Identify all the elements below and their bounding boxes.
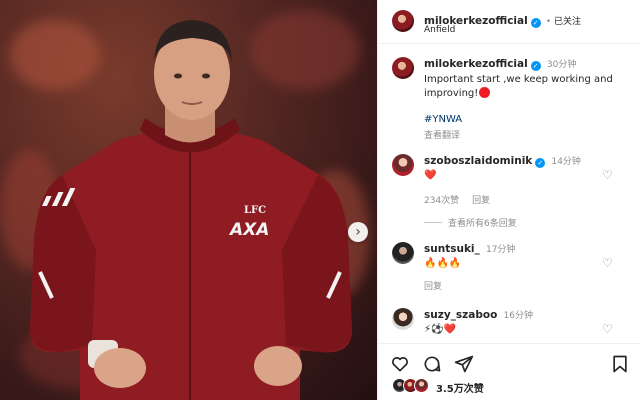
verified-badge-icon: ✓: [530, 61, 541, 71]
share-icon[interactable]: [454, 354, 474, 374]
verified-badge-icon: ✓: [535, 158, 546, 168]
comment-time: 17分钟: [485, 245, 516, 255]
caption-text: Important start ,we keep working and imp…: [424, 74, 613, 99]
comment-like-count[interactable]: 234次赞: [424, 196, 459, 206]
comment-text: 🔥🔥🔥: [424, 258, 462, 269]
comment-time: 14分钟: [551, 157, 581, 167]
like-count[interactable]: 3.5万次赞: [436, 380, 484, 395]
comment-username[interactable]: szoboszlaidominik: [424, 155, 532, 167]
chevron-right-icon: ›: [355, 224, 361, 240]
comment-text: ❤️: [424, 170, 437, 181]
caption-time: 30分钟: [546, 60, 577, 70]
follow-status[interactable]: 已关注: [554, 17, 581, 27]
comment-time: 16分钟: [503, 311, 533, 321]
comment-like-heart-icon[interactable]: ♡: [602, 256, 613, 270]
post-side-panel: milokerkezofficial ✓ • 已关注 Anfield miloke…: [377, 0, 640, 400]
liked-by-avatars[interactable]: [392, 378, 436, 394]
player-figure: [30, 20, 352, 400]
avatar: [414, 378, 429, 393]
comment-username[interactable]: suzy_szaboo: [424, 309, 497, 321]
translate-link[interactable]: 查看翻译: [424, 128, 629, 141]
carousel-next-button[interactable]: ›: [348, 222, 368, 242]
comment-username[interactable]: suntsuki_: [424, 243, 480, 255]
divider-line: [424, 222, 442, 223]
comment-like-heart-icon[interactable]: ♡: [602, 322, 613, 336]
comment-item: szoboszlaidominik ✓ 14分钟 ❤️ 234次赞 回复: [424, 154, 581, 206]
post-photo[interactable]: LFC AXA ›: [0, 0, 377, 400]
comment-text: ⚡⚽❤️: [424, 324, 456, 335]
jersey-sponsor: AXA: [230, 220, 270, 240]
bookmark-icon[interactable]: [610, 354, 630, 374]
comment-icon[interactable]: [422, 354, 442, 374]
commenter-avatar[interactable]: [392, 308, 414, 330]
caption-author-avatar[interactable]: [392, 57, 414, 79]
jersey-crest: LFC: [244, 205, 267, 216]
comment-like-heart-icon[interactable]: ♡: [602, 168, 613, 182]
comment-item: suntsuki_ 17分钟 🔥🔥🔥 回复: [424, 242, 515, 292]
view-replies-link[interactable]: 查看所有6条回复: [424, 216, 517, 229]
caption-author[interactable]: milokerkezofficial: [424, 58, 528, 70]
post-header: milokerkezofficial ✓ • 已关注 Anfield: [378, 0, 640, 44]
comment-reply-button[interactable]: 回复: [424, 279, 515, 292]
comment-reply-button[interactable]: 回复: [472, 196, 490, 206]
author-avatar[interactable]: [392, 10, 414, 32]
hashtag-link[interactable]: #YNWA: [424, 113, 629, 127]
location-link[interactable]: Anfield: [424, 25, 455, 35]
verified-badge-icon: ✓: [530, 18, 541, 28]
comment-item: suzy_szaboo 16分钟 ⚡⚽❤️: [424, 308, 533, 337]
commenter-avatar[interactable]: [392, 154, 414, 176]
heart-outline-icon[interactable]: [390, 354, 410, 374]
commenter-avatar[interactable]: [392, 242, 414, 264]
red-circle-emoji-icon: [479, 87, 491, 98]
